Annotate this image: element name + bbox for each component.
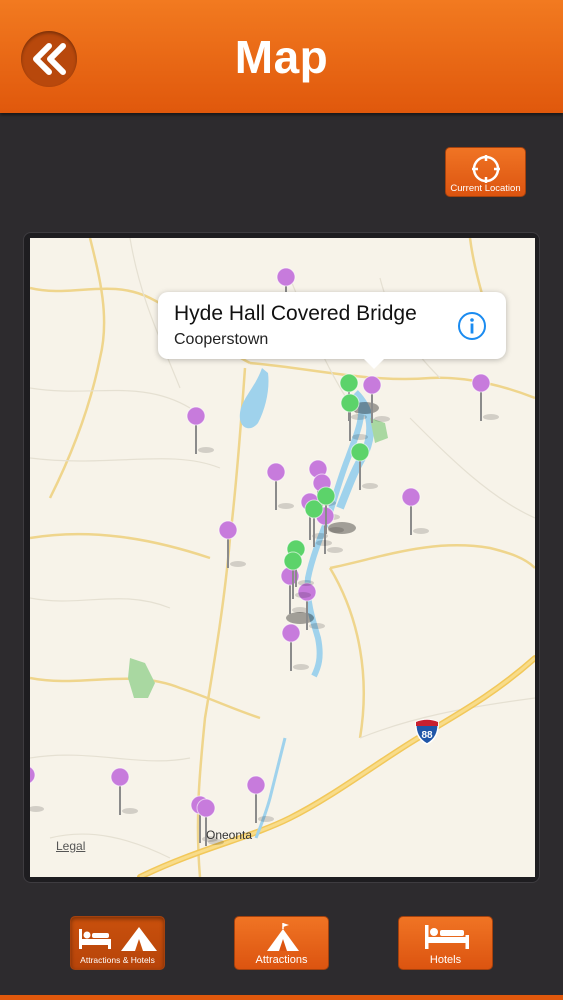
attraction-pin[interactable]	[281, 623, 309, 671]
legal-link[interactable]: Legal	[56, 839, 85, 853]
info-circle-icon[interactable]	[457, 311, 487, 341]
current-location-label: Current Location	[450, 183, 521, 194]
header-bar: Map	[0, 0, 563, 113]
tent-icon	[267, 923, 299, 951]
attraction-pin[interactable]	[218, 520, 246, 568]
footer-accent-bar	[0, 995, 563, 1000]
callout-subtitle: Cooperstown	[174, 331, 269, 348]
tab-label: Attractions	[255, 954, 308, 966]
page-title: Map	[234, 31, 329, 83]
highway-label: 88	[421, 730, 433, 741]
city-label: Oneonta	[206, 828, 253, 842]
tab-attractions-hotels[interactable]: Attractions & Hotels	[70, 916, 165, 970]
bed-icon	[425, 925, 469, 949]
tab-label: Hotels	[429, 954, 462, 966]
bed-and-tent-icon	[79, 927, 157, 951]
attraction-pin[interactable]	[186, 406, 214, 454]
crosshair-icon	[472, 155, 500, 183]
attraction-pin[interactable]	[471, 373, 499, 421]
attraction-pin[interactable]	[30, 766, 44, 813]
callout-title: Hyde Hall Covered Bridge	[174, 302, 417, 325]
attraction-pin[interactable]	[401, 487, 429, 535]
current-location-button[interactable]: Current Location	[445, 147, 526, 197]
tab-attractions[interactable]: Attractions	[234, 916, 329, 970]
tab-label: Attractions & Hotels	[80, 955, 155, 965]
place-callout[interactable]: Hyde Hall Covered Bridge Cooperstown	[158, 292, 506, 369]
attraction-pin[interactable]	[110, 767, 138, 815]
interstate-shield-icon: 88	[415, 719, 439, 745]
attraction-pin[interactable]	[266, 462, 294, 510]
tab-hotels[interactable]: Hotels	[398, 916, 493, 970]
